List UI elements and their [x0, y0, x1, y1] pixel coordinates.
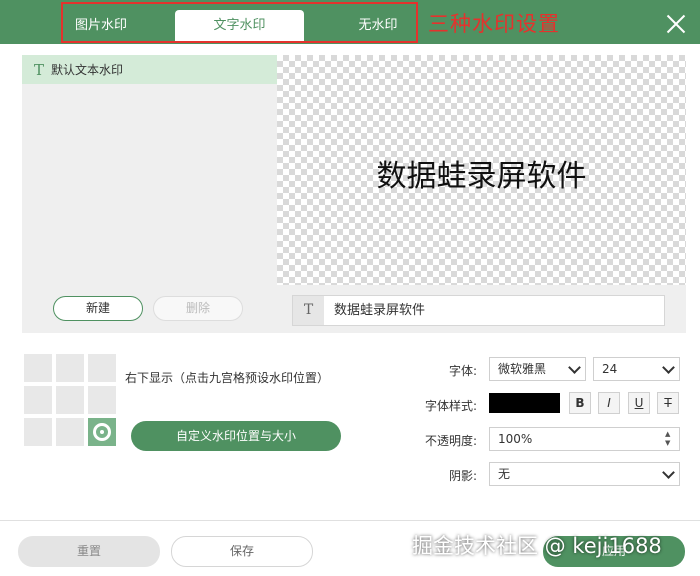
grid-cell-bottom-left[interactable]: [24, 418, 52, 446]
font-color-swatch[interactable]: [489, 393, 560, 413]
watermark-text-input[interactable]: 数据蛙录屏软件: [324, 296, 664, 325]
opacity-label: 不透明度:: [424, 434, 477, 448]
opacity-value: 100%: [498, 432, 533, 446]
list-item[interactable]: T 默认文本水印: [22, 55, 277, 84]
grid-cell-center[interactable]: [56, 386, 84, 414]
tab-text-watermark[interactable]: 文字水印: [175, 10, 304, 41]
header-bar: 图片水印 文字水印 无水印 三种水印设置: [0, 0, 700, 44]
tab-no-watermark[interactable]: 无水印: [340, 0, 416, 44]
grid-cell-bottom-right[interactable]: [88, 418, 116, 446]
font-size-select[interactable]: 24: [593, 357, 680, 381]
watermark-editor-panel: T 默认文本水印 新建 删除 数据蛙录屏软件 T 数据蛙录屏软件: [22, 55, 686, 333]
close-icon[interactable]: [664, 12, 688, 36]
watermark-list: T 默认文本水印 新建 删除: [22, 55, 277, 333]
font-label: 字体:: [448, 364, 477, 378]
shadow-label: 阴影:: [448, 469, 477, 483]
underline-button[interactable]: U: [628, 392, 650, 414]
text-type-icon: T: [293, 296, 324, 325]
annotation-text: 三种水印设置: [428, 12, 560, 36]
strikethrough-button[interactable]: T: [657, 392, 679, 414]
grid-cell-top-right[interactable]: [88, 354, 116, 382]
text-type-icon: T: [34, 60, 45, 79]
footer-divider: [0, 520, 700, 521]
save-button[interactable]: 保存: [171, 536, 313, 567]
position-grid: [24, 354, 116, 446]
font-style-label: 字体样式:: [424, 399, 477, 413]
position-description: 右下显示（点击九宫格预设水印位置）: [125, 371, 330, 385]
reset-button[interactable]: 重置: [18, 536, 160, 567]
grid-cell-middle-right[interactable]: [88, 386, 116, 414]
tab-image-watermark[interactable]: 图片水印: [62, 0, 140, 44]
font-select-value: 微软雅黑: [498, 362, 547, 376]
preview-text: 数据蛙录屏软件: [376, 159, 587, 194]
shadow-select[interactable]: 无: [489, 462, 680, 486]
font-select[interactable]: 微软雅黑: [489, 357, 586, 381]
grid-cell-top-center[interactable]: [56, 354, 84, 382]
watermark-preview: 数据蛙录屏软件: [277, 55, 686, 285]
italic-button[interactable]: I: [598, 392, 620, 414]
new-button[interactable]: 新建: [53, 296, 143, 321]
grid-cell-middle-left[interactable]: [24, 386, 52, 414]
site-watermark: 掘金技术社区 @ keji1688: [412, 534, 662, 558]
opacity-stepper[interactable]: 100% ▲ ▼: [489, 427, 680, 451]
list-item-label: 默认文本水印: [51, 63, 124, 77]
grid-cell-bottom-center[interactable]: [56, 418, 84, 446]
font-size-value: 24: [602, 362, 618, 376]
grid-cell-top-left[interactable]: [24, 354, 52, 382]
chevron-down-icon: [568, 361, 581, 374]
chevron-down-icon: [662, 361, 675, 374]
stepper-arrows-icon[interactable]: ▲ ▼: [665, 430, 675, 448]
chevron-down-icon: [662, 466, 675, 479]
custom-position-button[interactable]: 自定义水印位置与大小: [131, 421, 341, 451]
bold-button[interactable]: B: [569, 392, 591, 414]
delete-button[interactable]: 删除: [153, 296, 243, 321]
watermark-text-field[interactable]: T 数据蛙录屏软件: [292, 295, 665, 326]
shadow-value: 无: [498, 467, 511, 481]
position-marker-icon: [93, 423, 111, 441]
